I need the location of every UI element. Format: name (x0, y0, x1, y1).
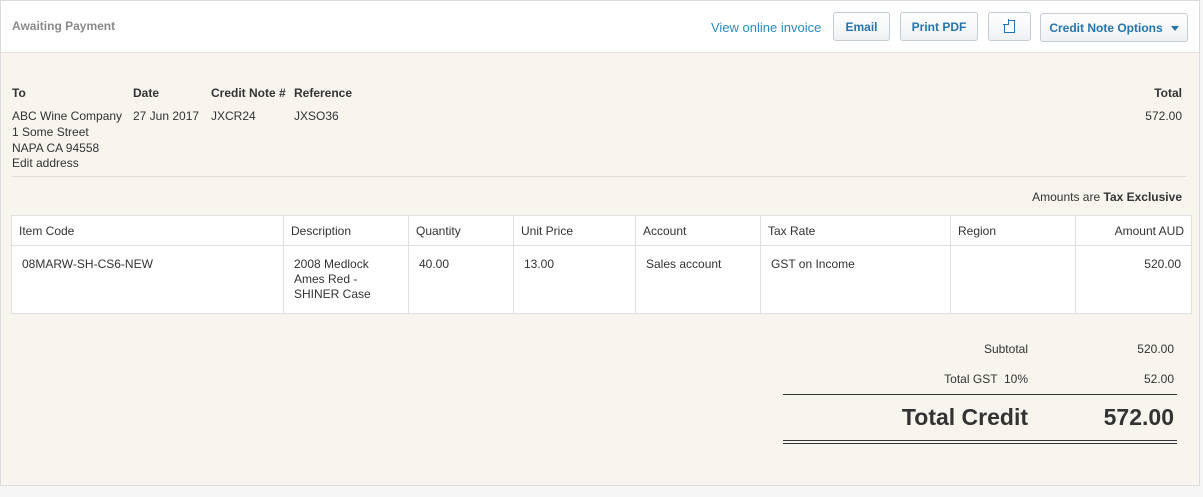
credit-note-options-label: Credit Note Options (1049, 20, 1163, 35)
credit-note-number-heading: Credit Note # (211, 86, 286, 100)
column-header-region: Region (950, 215, 1076, 246)
amounts-are-label: Amounts are (1032, 190, 1101, 204)
reference-heading: Reference (294, 86, 353, 100)
total-heading: Total (1154, 86, 1182, 100)
cell-quantity: 40.00 (408, 245, 514, 314)
subtotal-value: 520.00 (1137, 342, 1174, 356)
date-heading: Date (133, 86, 160, 100)
amounts-are-indicator: Amounts are Tax Exclusive (1032, 190, 1182, 204)
address-line-2: NAPA CA 94558 (12, 141, 100, 155)
toolbar: Awaiting Payment View online invoice Ema… (1, 1, 1199, 53)
cell-region (950, 245, 1076, 314)
total-value: 572.00 (1145, 109, 1182, 123)
cell-unit-price: 13.00 (513, 245, 636, 314)
document-icon (1003, 19, 1015, 33)
credit-note-number-value: JXCR24 (211, 109, 256, 123)
column-header-tax-rate: Tax Rate (760, 215, 951, 246)
address-line-1: 1 Some Street (12, 125, 89, 139)
table-row: 08MARW-SH-CS6-NEW 2008 Medlock Ames Red … (11, 245, 1192, 314)
email-button[interactable]: Email (833, 12, 890, 41)
cell-description: 2008 Medlock Ames Red - SHINER Case (283, 245, 409, 314)
table-header-row: Item Code Description Quantity Unit Pric… (11, 215, 1192, 246)
total-credit-value: 572.00 (1103, 404, 1174, 430)
line-items-table: Item Code Description Quantity Unit Pric… (11, 215, 1192, 314)
column-header-quantity: Quantity (408, 215, 514, 246)
totals-divider (783, 394, 1177, 395)
column-header-description: Description (283, 215, 409, 246)
cell-item-code: 08MARW-SH-CS6-NEW (11, 245, 284, 314)
gst-value: 52.00 (1143, 372, 1174, 386)
cell-tax-rate: GST on Income (760, 245, 951, 314)
column-header-amount: Amount AUD (1075, 215, 1192, 246)
column-header-item-code: Item Code (11, 215, 284, 246)
column-header-account: Account (635, 215, 761, 246)
cell-account: Sales account (635, 245, 761, 314)
to-heading: To (12, 86, 26, 100)
chevron-down-icon (1170, 26, 1179, 31)
total-double-rule-bottom (783, 443, 1177, 444)
cell-amount: 520.00 (1075, 245, 1192, 314)
contact-link[interactable]: ABC Wine Company (12, 109, 122, 123)
status-label: Awaiting Payment (12, 19, 116, 33)
credit-note-options-button[interactable]: Credit Note Options (1040, 13, 1188, 42)
view-online-invoice-link[interactable]: View online invoice (711, 20, 821, 35)
copy-button[interactable] (988, 12, 1031, 41)
total-double-rule-top (783, 440, 1177, 441)
total-credit-label: Total Credit (901, 404, 1028, 430)
credit-note-panel: Awaiting Payment View online invoice Ema… (0, 0, 1200, 486)
amounts-are-value: Tax Exclusive (1103, 190, 1183, 204)
gst-label: Total GST 10% (944, 372, 1028, 386)
subtotal-label: Subtotal (983, 342, 1028, 356)
reference-value: JXSO36 (294, 109, 339, 123)
print-pdf-button[interactable]: Print PDF (900, 12, 978, 41)
divider (12, 176, 1186, 177)
column-header-unit-price: Unit Price (513, 215, 636, 246)
date-value: 27 Jun 2017 (133, 109, 200, 123)
edit-address-link[interactable]: Edit address (12, 156, 79, 170)
